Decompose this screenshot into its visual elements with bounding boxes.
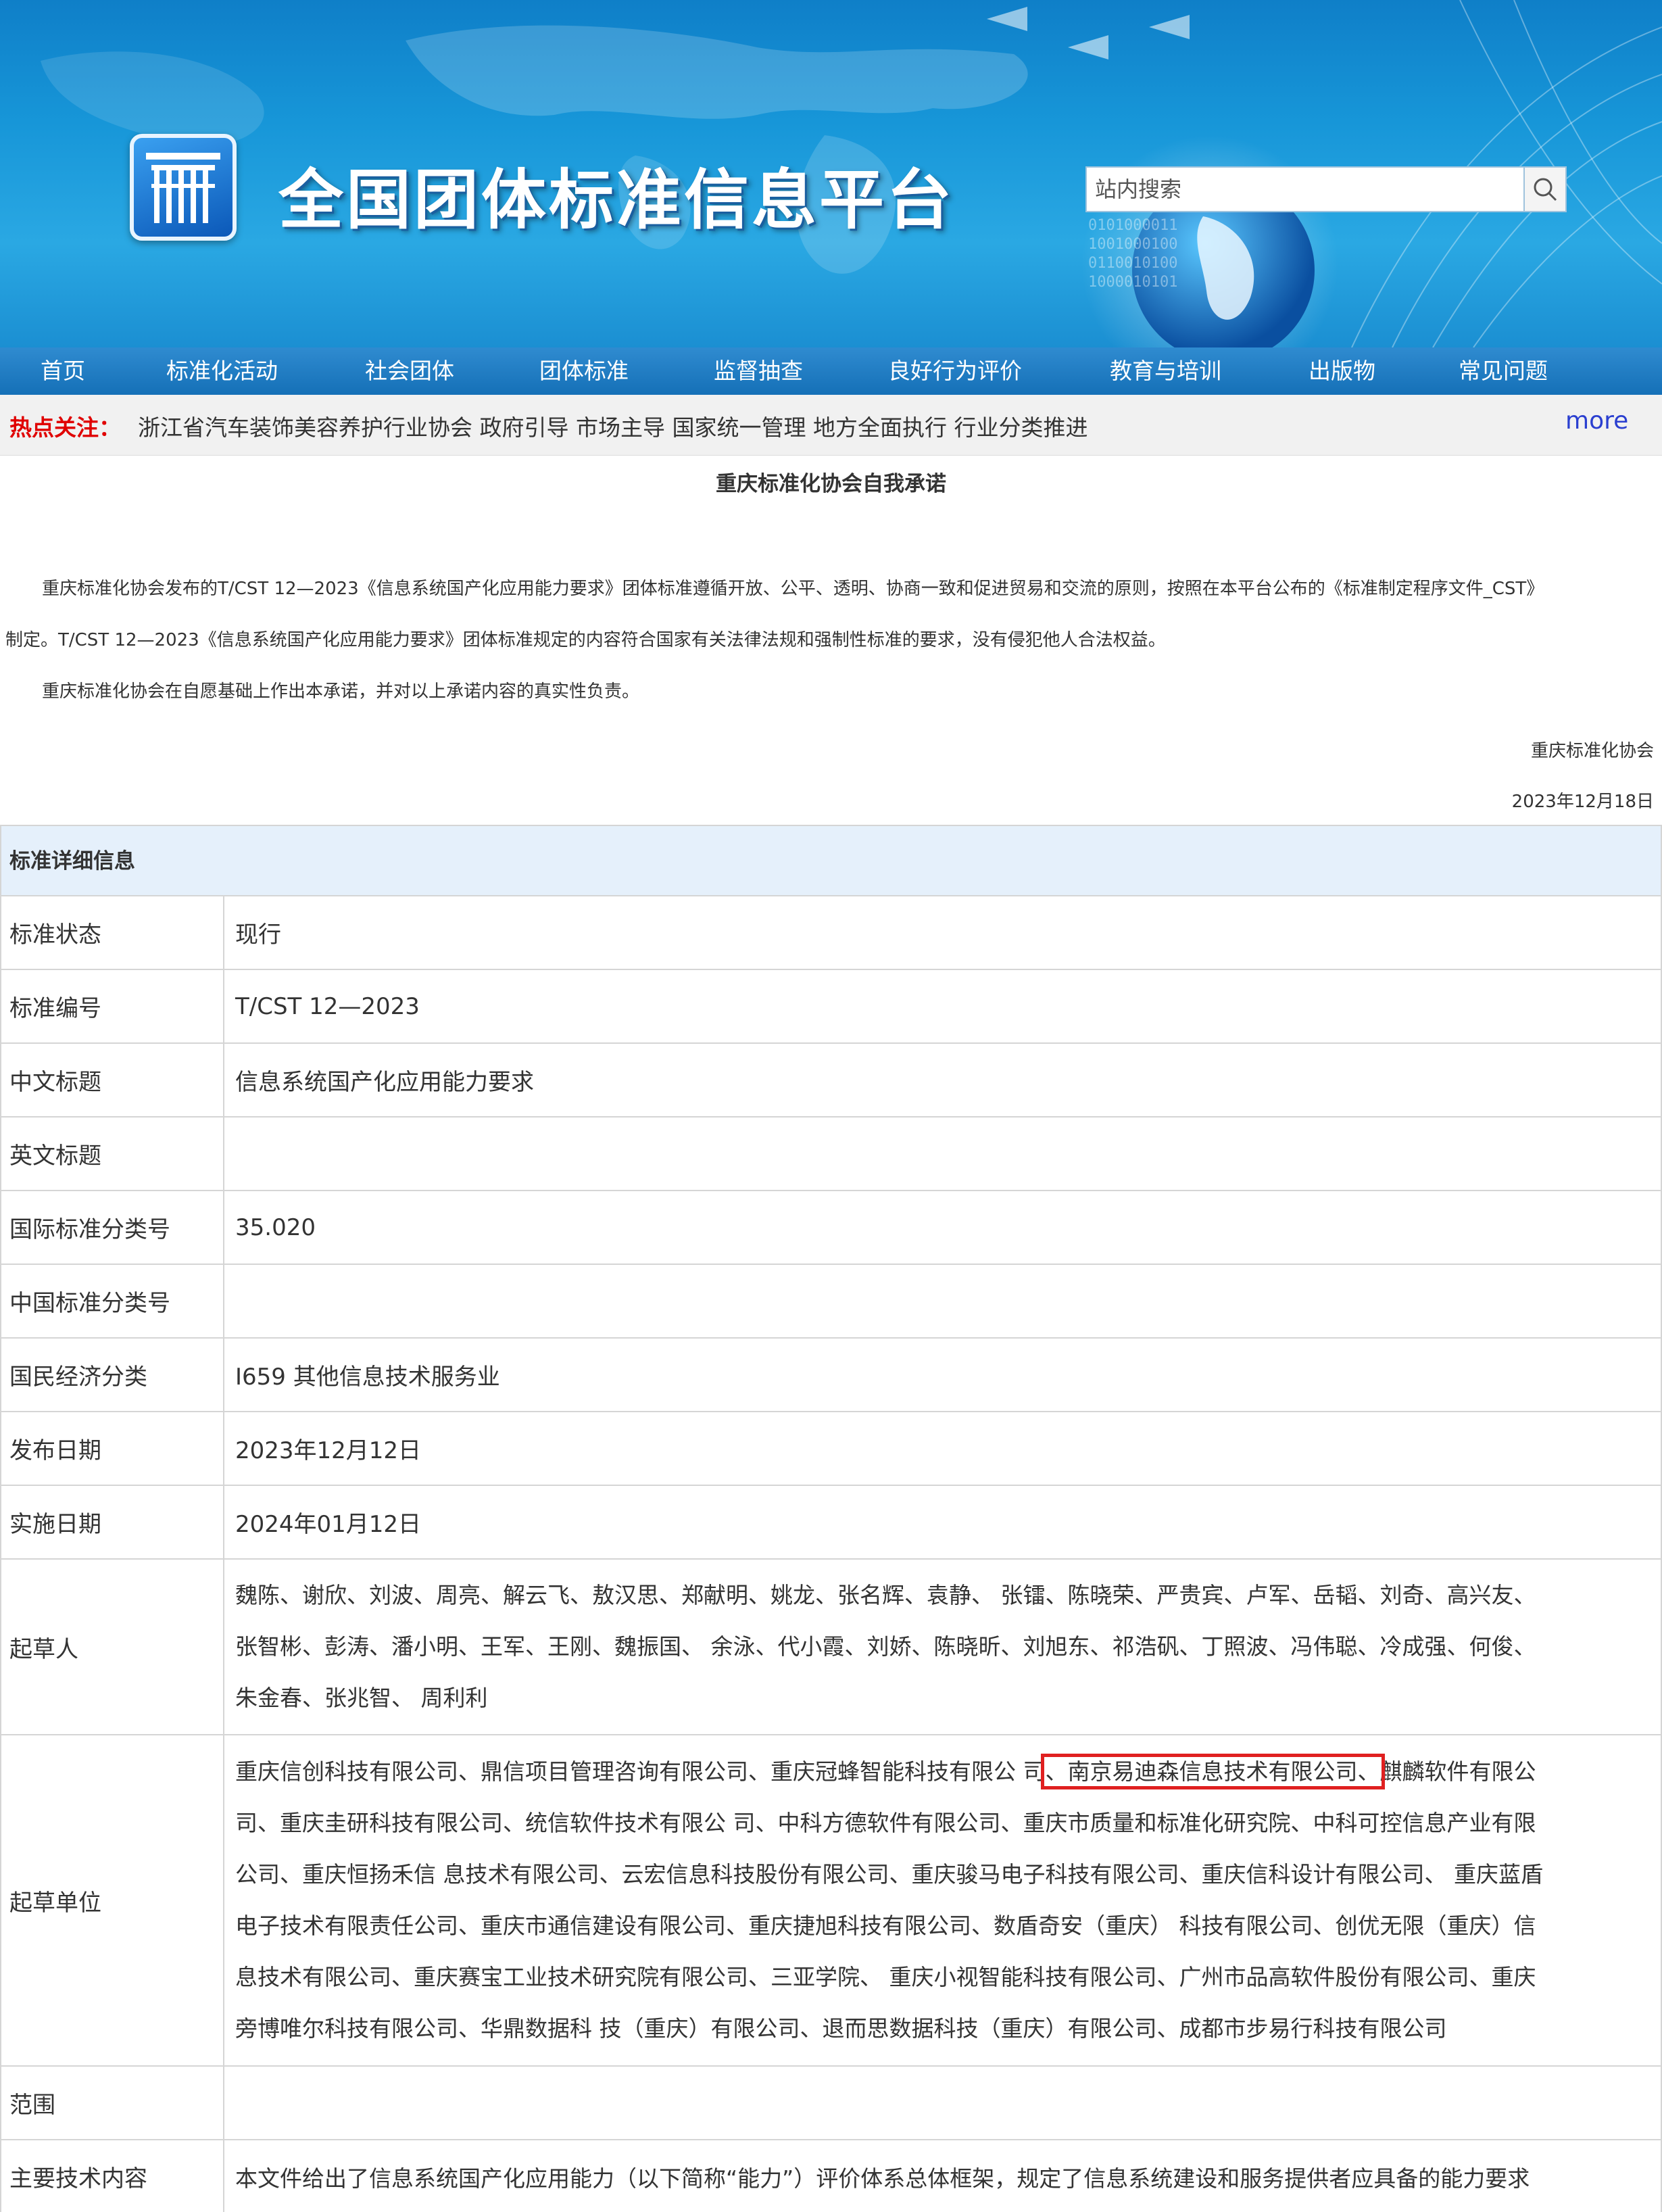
notice-paragraph-2: 重庆标准化协会在自愿基础上作出本承诺，并对以上承诺内容的真实性负责。	[42, 681, 640, 702]
row-label: 标准编号	[0, 969, 224, 1044]
drafters-line: 张智彬、彭涛、潘小明、王军、王刚、魏振国、 余泳、代小霞、刘娇、陈晓昕、刘旭东、…	[235, 1633, 1536, 1660]
site-search	[1085, 166, 1567, 212]
table-row: 国际标准分类号 35.020	[0, 1190, 1662, 1265]
row-label: 标准状态	[0, 895, 224, 970]
nav-item-education[interactable]: 教育与培训	[1110, 347, 1221, 395]
site-logo[interactable]	[130, 134, 237, 241]
row-value: 35.020	[223, 1190, 1662, 1265]
row-value	[223, 1116, 1662, 1191]
scope-value	[223, 2065, 1662, 2140]
table-row: 英文标题	[0, 1116, 1662, 1191]
table-row: 标准编号 T/CST 12—2023	[0, 969, 1662, 1044]
nav-item-good-behavior[interactable]: 良好行为评价	[888, 347, 1022, 395]
header-banner: 0101000011 1001000100 0110010100 1000010…	[0, 0, 1662, 347]
row-label: 英文标题	[0, 1116, 224, 1191]
nav-item-group-standards[interactable]: 团体标准	[539, 347, 629, 395]
row-value: 信息系统国产化应用能力要求	[223, 1042, 1662, 1117]
nav-item-faq[interactable]: 常见问题	[1459, 347, 1548, 395]
notice-paragraph-1: 重庆标准化协会发布的T/CST 12—2023《信息系统国产化应用能力要求》团体…	[42, 579, 1544, 599]
row-value: I659 其他信息技术服务业	[223, 1337, 1662, 1412]
table-row-scope: 范围	[0, 2065, 1662, 2140]
standard-detail-section: 标准详细信息 标准状态 现行 标准编号 T/CST 12—2023 中文标题 信…	[0, 825, 1662, 2212]
row-label: 中国标准分类号	[0, 1264, 224, 1339]
row-label: 发布日期	[0, 1411, 224, 1486]
drafters-value: 魏陈、谢欣、刘波、周亮、解云飞、敖汉思、郑献明、姚龙、张名辉、袁静、 张镭、陈晓…	[223, 1558, 1662, 1735]
drafters-label: 起草人	[0, 1558, 224, 1735]
table-row: 中国标准分类号	[0, 1264, 1662, 1339]
row-label: 中文标题	[0, 1042, 224, 1117]
svg-text:1000010101: 1000010101	[1088, 274, 1177, 291]
table-row-units: 起草单位 重庆信创科技有限公司、鼎信项目管理咨询有限公司、重庆冠蜂智能科技有限公…	[0, 1734, 1662, 2067]
units-line: 司、重庆圭研科技有限公司、统信软件技术有限公 司、中科方德软件有限公司、重庆市质…	[235, 1810, 1536, 1836]
detail-heading: 标准详细信息	[0, 825, 1662, 895]
drafters-line: 魏陈、谢欣、刘波、周亮、解云飞、敖汉思、郑献明、姚龙、张名辉、袁静、 张镭、陈晓…	[235, 1582, 1536, 1608]
hot-topics-label: 热点关注：	[9, 414, 121, 441]
units-value: 重庆信创科技有限公司、鼎信项目管理咨询有限公司、重庆冠蜂智能科技有限公 司、南京…	[223, 1734, 1662, 2067]
hot-topics-bar: 热点关注： 浙江省汽车装饰美容养护行业协会 政府引导 市场主导 国家统一管理 地…	[0, 395, 1662, 456]
row-label: 国际标准分类号	[0, 1190, 224, 1265]
notice-title: 重庆标准化协会自我承诺	[716, 472, 946, 496]
units-label: 起草单位	[0, 1734, 224, 2067]
nav-item-publications[interactable]: 出版物	[1309, 347, 1375, 395]
content-label: 主要技术内容	[0, 2139, 224, 2212]
row-label: 国民经济分类	[0, 1337, 224, 1412]
svg-text:0101000011: 0101000011	[1088, 217, 1177, 234]
detail-table: 标准状态 现行 标准编号 T/CST 12—2023 中文标题 信息系统国产化应…	[0, 895, 1662, 2212]
notice-signer: 重庆标准化协会	[1530, 741, 1654, 761]
highlighted-unit: 、南京易迪森信息技术有限公司、	[1040, 1754, 1385, 1789]
row-value: 2023年12月12日	[223, 1411, 1662, 1486]
content-value: 本文件给出了信息系统国产化应用能力（以下简称“能力”）评价体系总体框架，规定了信…	[223, 2139, 1662, 2212]
drafters-line: 朱金春、张兆智、 周利利	[235, 1685, 488, 1711]
table-row: 中文标题 信息系统国产化应用能力要求	[0, 1042, 1662, 1117]
units-text: 麒麟软件有限公	[1379, 1758, 1536, 1785]
site-title: 全国团体标准信息平台	[278, 162, 954, 238]
row-value	[223, 1264, 1662, 1339]
units-line: 电子技术有限责任公司、重庆市通信建设有限公司、重庆捷旭科技有限公司、数盾奇安（重…	[235, 1913, 1536, 1939]
more-link[interactable]: more	[1565, 407, 1628, 435]
nav-item-home[interactable]: 首页	[41, 347, 85, 395]
row-value: T/CST 12—2023	[223, 969, 1662, 1044]
scope-label: 范围	[0, 2065, 224, 2140]
table-row: 发布日期 2023年12月12日	[0, 1411, 1662, 1486]
hot-topics-link[interactable]: 浙江省汽车装饰美容养护行业协会 政府引导 市场主导 国家统一管理 地方全面执行 …	[138, 410, 1087, 442]
units-line: 公司、重庆恒扬禾信 息技术有限公司、云宏信息科技股份有限公司、重庆骏马电子科技有…	[235, 1861, 1543, 1888]
row-value: 现行	[223, 895, 1662, 970]
notice-paragraph-1-cont: 制定。T/CST 12—2023《信息系统国产化应用能力要求》团体标准规定的内容…	[5, 630, 1166, 650]
search-input[interactable]	[1085, 166, 1525, 212]
search-icon	[1534, 178, 1557, 201]
table-row: 标准状态 现行	[0, 895, 1662, 970]
nav-item-supervision[interactable]: 监督抽查	[714, 347, 803, 395]
table-row: 国民经济分类 I659 其他信息技术服务业	[0, 1337, 1662, 1412]
logo-mark-icon	[146, 153, 220, 223]
units-line: 重庆信创科技有限公司、鼎信项目管理咨询有限公司、重庆冠蜂智能科技有限公 司、南京…	[235, 1746, 1650, 1798]
svg-text:0110010100: 0110010100	[1088, 255, 1177, 272]
table-row: 实施日期 2024年01月12日	[0, 1485, 1662, 1560]
table-row-content: 主要技术内容 本文件给出了信息系统国产化应用能力（以下简称“能力”）评价体系总体…	[0, 2139, 1662, 2212]
row-label: 实施日期	[0, 1485, 224, 1560]
nav-item-standardization-activities[interactable]: 标准化活动	[166, 347, 278, 395]
nav-item-social-groups[interactable]: 社会团体	[365, 347, 454, 395]
table-row-drafters: 起草人 魏陈、谢欣、刘波、周亮、解云飞、敖汉思、郑献明、姚龙、张名辉、袁静、 张…	[0, 1558, 1662, 1735]
units-line: 息技术有限公司、重庆赛宝工业技术研究院有限公司、三亚学院、 重庆小视智能科技有限…	[235, 1964, 1536, 1990]
main-nav: 首页 标准化活动 社会团体 团体标准 监督抽查 良好行为评价 教育与培训 出版物…	[0, 347, 1662, 395]
search-button[interactable]	[1523, 166, 1567, 212]
units-text: 重庆信创科技有限公司、鼎信项目管理咨询有限公司、重庆冠蜂智能科技有限公 司	[235, 1758, 1046, 1785]
svg-text:1001000100: 1001000100	[1088, 236, 1177, 253]
row-value: 2024年01月12日	[223, 1485, 1662, 1560]
notice-date: 2023年12月18日	[1511, 792, 1654, 812]
units-line: 旁博唯尔科技有限公司、华鼎数据科 技（重庆）有限公司、退而思数据科技（重庆）有限…	[235, 2015, 1447, 2042]
